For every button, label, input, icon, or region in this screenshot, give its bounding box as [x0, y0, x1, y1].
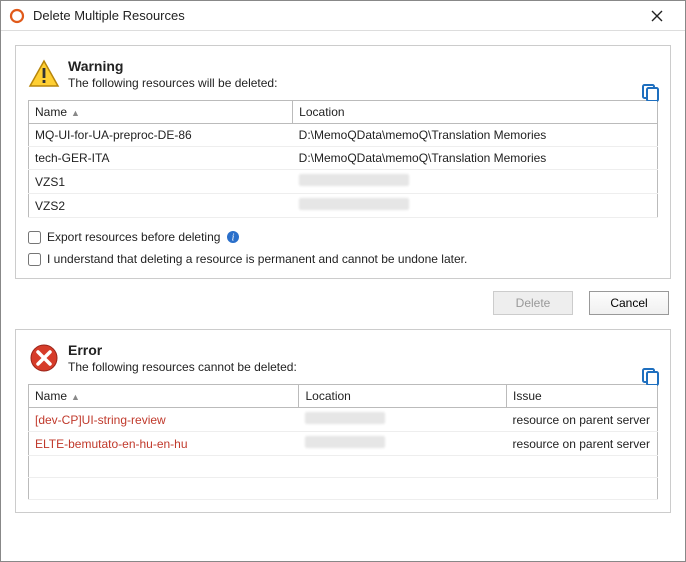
cell-issue: resource on parent server	[507, 408, 658, 432]
cancel-button[interactable]: Cancel	[589, 291, 669, 315]
acknowledge-row: I understand that deleting a resource is…	[28, 252, 658, 266]
cell-name: ELTE-bemutato-en-hu-en-hu	[29, 432, 299, 456]
error-panel: Error The following resources cannot be …	[15, 329, 671, 513]
col-name[interactable]: Name▲	[29, 101, 293, 124]
acknowledge-checkbox[interactable]	[28, 253, 41, 266]
warning-subtext: The following resources will be deleted:	[68, 76, 658, 90]
export-before-delete-row: Export resources before deleting i	[28, 230, 658, 244]
redacted-text	[299, 198, 409, 210]
table-row	[29, 478, 658, 500]
cell-name: [dev-CP]UI-string-review	[29, 408, 299, 432]
warning-panel: Warning The following resources will be …	[15, 45, 671, 279]
col-name[interactable]: Name▲	[29, 385, 299, 408]
info-icon[interactable]: i	[226, 230, 240, 244]
warning-icon	[28, 58, 60, 90]
error-table: Name▲ Location Issue [dev-CP]UI-string-r…	[28, 384, 658, 500]
error-heading: Error	[68, 342, 658, 358]
export-before-delete-checkbox[interactable]	[28, 231, 41, 244]
cell-location	[299, 408, 507, 432]
col-location[interactable]: Location	[299, 385, 507, 408]
redacted-text	[305, 436, 385, 448]
table-row[interactable]: VZS2	[29, 194, 658, 218]
warning-table: Name▲ Location MQ-UI-for-UA-preproc-DE-8…	[28, 100, 658, 218]
warning-heading: Warning	[68, 58, 658, 74]
export-before-delete-label: Export resources before deleting	[47, 230, 220, 244]
error-icon	[28, 342, 60, 374]
col-issue[interactable]: Issue	[507, 385, 658, 408]
cell-location: D:\MemoQData\memoQ\Translation Memories	[293, 147, 658, 170]
table-row[interactable]: tech-GER-ITAD:\MemoQData\memoQ\Translati…	[29, 147, 658, 170]
table-row[interactable]: [dev-CP]UI-string-review resource on pare…	[29, 408, 658, 432]
cell-name: VZS2	[29, 194, 293, 218]
sort-asc-icon: ▲	[71, 392, 80, 402]
svg-text:i: i	[232, 233, 235, 244]
dialog-content: Warning The following resources will be …	[1, 31, 685, 533]
cell-location	[293, 170, 658, 194]
cell-issue: resource on parent server	[507, 432, 658, 456]
sort-asc-icon: ▲	[71, 108, 80, 118]
table-row[interactable]: MQ-UI-for-UA-preproc-DE-86D:\MemoQData\m…	[29, 124, 658, 147]
table-row[interactable]: ELTE-bemutato-en-hu-en-hu resource on par…	[29, 432, 658, 456]
table-row[interactable]: VZS1	[29, 170, 658, 194]
cell-name: MQ-UI-for-UA-preproc-DE-86	[29, 124, 293, 147]
acknowledge-label: I understand that deleting a resource is…	[47, 252, 467, 266]
window-title: Delete Multiple Resources	[33, 8, 185, 23]
window-close-button[interactable]	[637, 2, 677, 30]
cell-name: VZS1	[29, 170, 293, 194]
app-icon	[9, 8, 25, 24]
redacted-text	[305, 412, 385, 424]
warning-header: Warning The following resources will be …	[28, 58, 658, 90]
error-subtext: The following resources cannot be delete…	[68, 360, 658, 374]
cell-location: D:\MemoQData\memoQ\Translation Memories	[293, 124, 658, 147]
delete-button[interactable]: Delete	[493, 291, 573, 315]
error-header: Error The following resources cannot be …	[28, 342, 658, 374]
cell-location	[293, 194, 658, 218]
titlebar: Delete Multiple Resources	[1, 1, 685, 31]
redacted-text	[299, 174, 409, 186]
table-row	[29, 456, 658, 478]
cell-name: tech-GER-ITA	[29, 147, 293, 170]
col-location[interactable]: Location	[293, 101, 658, 124]
button-row: Delete Cancel	[17, 291, 669, 315]
cell-location	[299, 432, 507, 456]
